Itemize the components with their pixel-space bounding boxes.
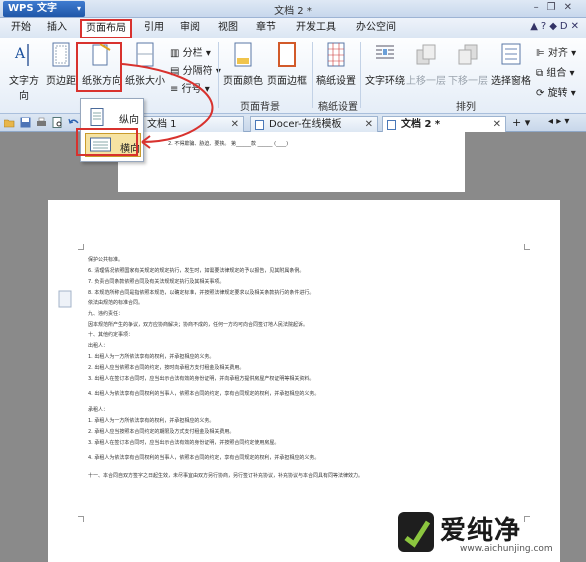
callout-arrow: [121, 63, 214, 149]
watermark-brand: 爱纯净: [440, 516, 522, 546]
watermark-url: www.aichunjing.com: [460, 544, 553, 554]
